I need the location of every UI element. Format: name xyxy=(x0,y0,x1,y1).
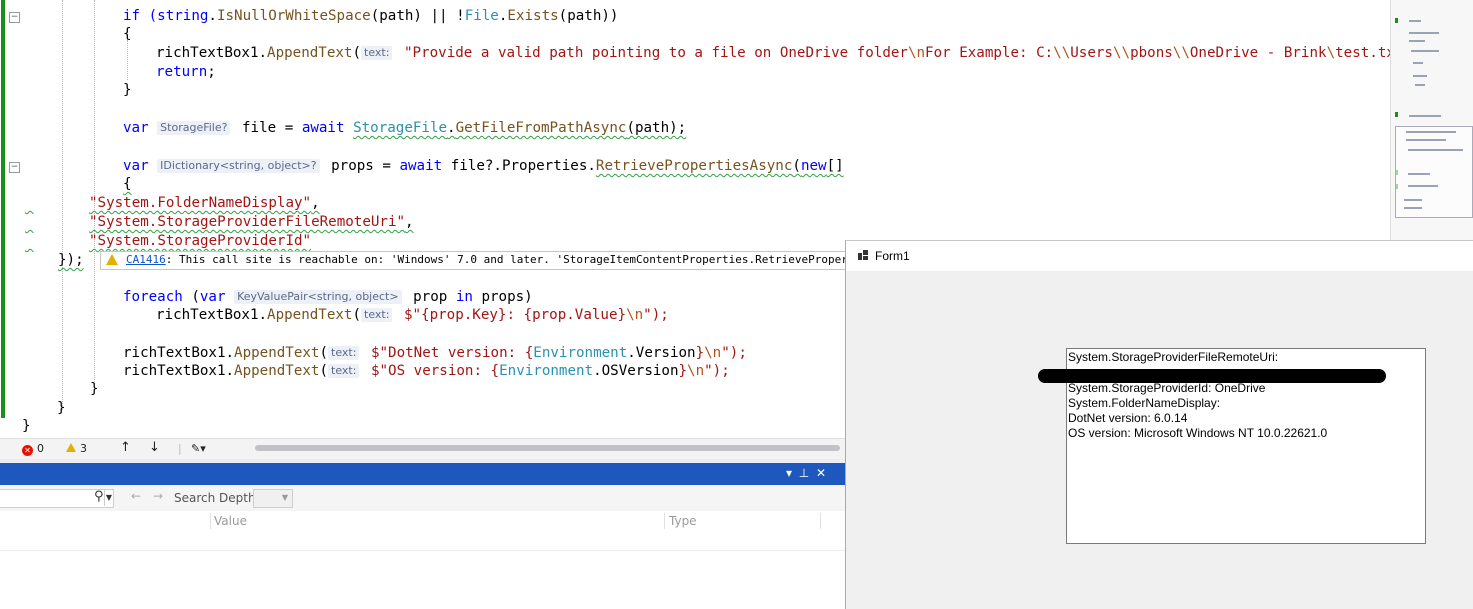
code-line[interactable]: { xyxy=(123,175,132,194)
indent-guide xyxy=(127,40,128,80)
code-minimap[interactable] xyxy=(1390,0,1473,240)
watch-grid[interactable] xyxy=(0,531,845,608)
search-depth-select[interactable]: ▼ xyxy=(253,489,293,508)
form-title: Form1 xyxy=(875,249,910,263)
minimap-line xyxy=(1406,139,1446,141)
cleanup-brush-icon[interactable]: ✎▾ xyxy=(191,442,206,455)
parameter-hint: text: xyxy=(361,308,393,322)
warning-count[interactable]: 3 xyxy=(66,442,87,455)
code-line[interactable]: } xyxy=(123,81,132,100)
warning-icon xyxy=(66,443,76,452)
arrow-right-icon[interactable]: → xyxy=(153,489,163,503)
code-line[interactable]: } xyxy=(22,417,31,436)
collapse-toggle[interactable]: − xyxy=(9,12,20,23)
code-line-prop-folder[interactable]: "System.FolderNameDisplay", xyxy=(25,194,320,213)
warning-icon xyxy=(106,254,118,265)
code-line-storagefile[interactable]: var StorageFile? file = await StorageFil… xyxy=(123,119,686,138)
type-hint: KeyValuePair<string, object> xyxy=(234,290,402,304)
code-line-append-provide[interactable]: richTextBox1.AppendText(text: "Provide a… xyxy=(156,44,1390,63)
parameter-hint: text: xyxy=(328,346,360,360)
code-line-props[interactable]: var IDictionary<string, object>? props =… xyxy=(123,157,844,176)
parameter-hint: text: xyxy=(361,46,393,60)
pin-icon[interactable]: ⊥ xyxy=(797,466,811,480)
minimap-line xyxy=(1404,207,1422,209)
column-type[interactable]: Type xyxy=(669,514,697,528)
separator: | xyxy=(178,442,182,455)
column-separator[interactable] xyxy=(664,513,665,529)
redaction-mark xyxy=(1038,369,1386,383)
diagnostic-code-link[interactable]: CA1416 xyxy=(126,253,166,266)
code-line-append-dotnet[interactable]: richTextBox1.AppendText(text: $"DotNet v… xyxy=(123,344,747,363)
code-line-prop-id[interactable]: "System.StorageProviderId" xyxy=(25,232,311,251)
chevron-down-icon: ▼ xyxy=(281,493,288,502)
output-line: OS version: Microsoft Windows NT 10.0.22… xyxy=(1068,426,1328,440)
minimap-line xyxy=(1413,75,1427,77)
minimap-viewport[interactable] xyxy=(1395,126,1473,218)
table-row[interactable] xyxy=(0,531,845,551)
diagnostic-tooltip[interactable]: CA1416: This call site is reachable on: … xyxy=(100,251,847,270)
code-line-if[interactable]: if (string.IsNullOrWhiteSpace(path) || !… xyxy=(123,7,618,26)
minimap-line xyxy=(1409,32,1439,34)
chevron-down-icon[interactable]: ▼ xyxy=(104,490,113,506)
change-bar xyxy=(1,0,5,418)
collapse-toggle[interactable]: − xyxy=(9,162,20,173)
code-line-prop-uri[interactable]: "System.StorageProviderFileRemoteUri", xyxy=(25,213,414,232)
minimap-line xyxy=(1406,131,1456,133)
code-line[interactable]: { xyxy=(123,25,132,44)
form1-title-bar[interactable]: Form1 xyxy=(846,241,1473,271)
search-depth-label: Search Depth: xyxy=(174,491,260,505)
code-line[interactable]: } xyxy=(57,399,66,418)
minimap-line xyxy=(1408,185,1438,187)
diagnostic-message: : This call site is reachable on: 'Windo… xyxy=(165,253,847,266)
minimap-line xyxy=(1408,149,1463,151)
dropdown-icon[interactable]: ▾ xyxy=(782,466,796,480)
minimap-line xyxy=(1404,199,1422,201)
code-line-append-prop[interactable]: richTextBox1.AppendText(text: $"{prop.Ke… xyxy=(156,306,669,325)
column-separator[interactable] xyxy=(820,513,821,529)
output-line: System.StorageProviderId: OneDrive xyxy=(1068,381,1266,395)
search-icon: ⚲ xyxy=(94,489,104,504)
form1-window: Form1 System.StorageProviderFileRemoteUr… xyxy=(845,240,1473,609)
code-line[interactable]: } xyxy=(90,380,99,399)
parameter-hint: text: xyxy=(328,364,360,378)
column-value[interactable]: Value xyxy=(214,514,247,528)
output-line: DotNet version: 6.0.14 xyxy=(1068,411,1188,425)
horizontal-scrollbar-thumb[interactable] xyxy=(255,445,840,451)
error-count[interactable]: ✕ 0 xyxy=(22,442,44,456)
output-line: System.StorageProviderFileRemoteUri: xyxy=(1068,350,1279,364)
minimap-line xyxy=(1415,84,1425,86)
minimap-line xyxy=(1409,40,1425,42)
change-margin xyxy=(0,0,6,418)
watch-search-input[interactable]: ⚲ ▼ xyxy=(0,489,114,508)
code-line-append-os[interactable]: richTextBox1.AppendText(text: $"OS versi… xyxy=(123,362,730,381)
minimap-line xyxy=(1411,50,1439,52)
code-line-close[interactable]: }); xyxy=(58,251,84,270)
error-icon: ✕ xyxy=(22,445,33,456)
app-window-icon xyxy=(858,250,868,260)
arrow-up-icon[interactable]: ↑ xyxy=(120,440,131,455)
close-icon[interactable]: ✕ xyxy=(814,466,828,480)
code-line-return[interactable]: return; xyxy=(156,63,216,82)
minimap-line xyxy=(1408,173,1430,175)
type-hint: StorageFile? xyxy=(157,121,231,135)
watch-toolbar: ⚲ ▼ ← → Search Depth: ▼ xyxy=(0,485,845,511)
minimap-change-marker xyxy=(1395,18,1398,23)
type-hint: IDictionary<string, object>? xyxy=(157,159,320,173)
arrow-down-icon[interactable]: ↓ xyxy=(149,440,160,455)
minimap-line xyxy=(1409,20,1421,22)
column-separator[interactable] xyxy=(210,513,211,529)
code-line-foreach[interactable]: foreach (var KeyValuePair<string, object… xyxy=(123,288,533,307)
minimap-line xyxy=(1409,115,1441,117)
arrow-left-icon[interactable]: ← xyxy=(131,489,141,503)
minimap-line xyxy=(1413,62,1423,64)
minimap-change-marker xyxy=(1395,112,1398,117)
watch-column-header: Value Type xyxy=(0,511,845,532)
watch-panel-header: ▾ ⊥ ✕ xyxy=(0,463,845,485)
output-line: System.FolderNameDisplay: xyxy=(1068,396,1221,410)
